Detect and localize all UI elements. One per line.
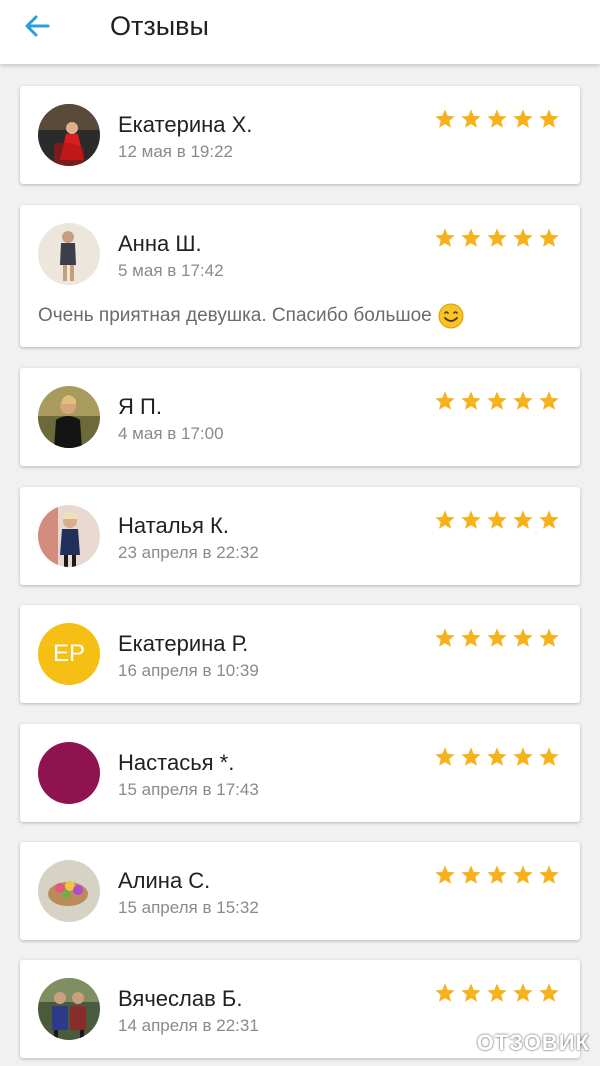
- reviewer-name: Алина С.: [118, 868, 211, 893]
- star-icon: [513, 228, 533, 247]
- star-icon: [513, 865, 533, 884]
- arrow-left-icon: [25, 15, 50, 37]
- avatar: [38, 386, 100, 448]
- star-icon: [539, 983, 559, 1002]
- star-icon: [435, 747, 455, 766]
- watermark: ОТЗОВИК: [443, 1028, 590, 1058]
- star-icon: [461, 109, 481, 128]
- avatar: [38, 742, 100, 804]
- avatar-initials-text: ЕР: [52, 640, 85, 667]
- star-icon: [513, 109, 533, 128]
- star-icon: [461, 865, 481, 884]
- reviewer-name: Анна Ш.: [118, 231, 202, 256]
- reviewer-name: Екатерина Х.: [118, 112, 253, 137]
- star-icon: [487, 510, 507, 529]
- smiling-face-icon: [438, 303, 464, 329]
- star-icon: [435, 228, 455, 247]
- review-date: 16 апреля в 10:39: [118, 661, 259, 680]
- review-date: 12 мая в 19:22: [118, 142, 233, 161]
- avatar-initials: ЕР: [38, 623, 100, 685]
- star-icon: [487, 109, 507, 128]
- star-icon: [435, 109, 455, 128]
- rating-stars: [434, 390, 560, 412]
- review-comment: Очень приятная девушка. Спасибо большое: [38, 303, 464, 329]
- star-icon: [435, 510, 455, 529]
- avatar: [38, 223, 100, 285]
- star-icon: [539, 865, 559, 884]
- star-icon: [461, 747, 481, 766]
- star-icon: [513, 747, 533, 766]
- review-card[interactable]: Екатерина Х. 12 мая в 19:22: [20, 86, 580, 184]
- star-icon: [487, 628, 507, 647]
- star-icon: [487, 228, 507, 247]
- review-card[interactable]: Анна Ш. 5 мая в 17:42 Очень приятная дев…: [20, 205, 580, 347]
- back-button[interactable]: [20, 8, 56, 44]
- star-icon: [513, 628, 533, 647]
- avatar: [38, 505, 100, 567]
- avatar: [38, 978, 100, 1040]
- review-date: 4 мая в 17:00: [118, 424, 224, 443]
- reviewer-name: Настасья *.: [118, 750, 235, 775]
- rating-stars: [434, 864, 560, 886]
- star-icon: [539, 747, 559, 766]
- star-icon: [487, 747, 507, 766]
- star-icon: [461, 983, 481, 1002]
- star-icon: [435, 983, 455, 1002]
- page-title: Отзывы: [110, 11, 209, 41]
- review-card[interactable]: Я П. 4 мая в 17:00: [20, 368, 580, 466]
- star-icon: [461, 391, 481, 410]
- star-icon: [539, 628, 559, 647]
- avatar: [38, 104, 100, 166]
- rating-stars: [434, 982, 560, 1004]
- review-comment-text: Очень приятная девушка. Спасибо большое: [38, 305, 432, 326]
- rating-stars: [434, 627, 560, 649]
- watermark-text: ОТЗОВИК: [476, 1030, 590, 1055]
- star-icon: [539, 109, 559, 128]
- star-icon: [539, 510, 559, 529]
- rating-stars: [434, 108, 560, 130]
- review-card[interactable]: Алина С. 15 апреля в 15:32: [20, 842, 580, 940]
- reviewer-name: Вячеслав Б.: [118, 986, 243, 1011]
- star-icon: [487, 983, 507, 1002]
- star-icon: [435, 391, 455, 410]
- review-date: 15 апреля в 15:32: [118, 898, 259, 917]
- reviewer-name: Наталья К.: [118, 513, 229, 538]
- review-date: 23 апреля в 22:32: [118, 543, 259, 562]
- rating-stars: [434, 227, 560, 249]
- star-icon: [487, 391, 507, 410]
- review-card[interactable]: ЕР Екатерина Р. 16 апреля в 10:39: [20, 605, 580, 703]
- avatar: [38, 860, 100, 922]
- watermark-logo-icon: [444, 1029, 472, 1057]
- review-date: 15 апреля в 17:43: [118, 780, 259, 799]
- star-icon: [435, 865, 455, 884]
- star-icon: [513, 391, 533, 410]
- app-bar: Отзывы: [0, 0, 600, 64]
- star-icon: [487, 865, 507, 884]
- star-icon: [513, 983, 533, 1002]
- reviewer-name: Екатерина Р.: [118, 631, 249, 656]
- star-icon: [435, 628, 455, 647]
- star-icon: [539, 228, 559, 247]
- star-icon: [461, 228, 481, 247]
- star-icon: [461, 628, 481, 647]
- star-icon: [461, 510, 481, 529]
- star-icon: [539, 391, 559, 410]
- review-date: 5 мая в 17:42: [118, 261, 224, 280]
- reviewer-name: Я П.: [118, 394, 162, 419]
- review-card[interactable]: Наталья К. 23 апреля в 22:32: [20, 487, 580, 585]
- star-icon: [513, 510, 533, 529]
- review-card[interactable]: Настасья *. 15 апреля в 17:43: [20, 724, 580, 822]
- rating-stars: [434, 746, 560, 768]
- review-date: 14 апреля в 22:31: [118, 1016, 259, 1035]
- rating-stars: [434, 509, 560, 531]
